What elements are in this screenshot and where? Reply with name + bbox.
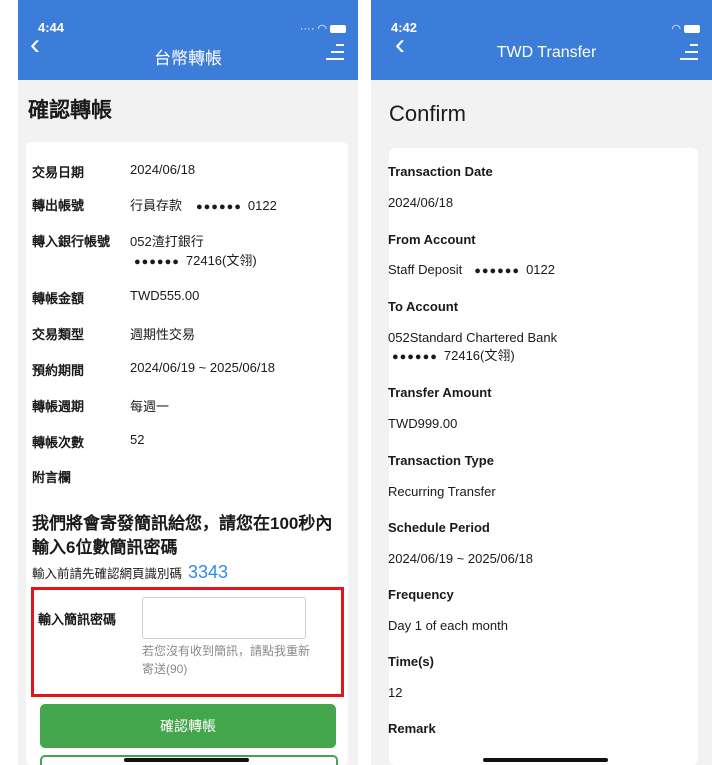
row-value: 052渣打銀行 ●●●●●● 72416(文翎) <box>130 231 257 269</box>
row-value: 行員存款 ●●●●●● 0122 <box>130 195 277 214</box>
bank-name: 052渣打銀行 <box>130 234 204 249</box>
row-label: 轉帳金額 <box>32 291 85 306</box>
row-label: 轉帳次數 <box>32 435 85 450</box>
menu-icon[interactable] <box>680 42 698 62</box>
menu-icon[interactable] <box>326 42 344 62</box>
row-label: 轉出帳號 <box>32 198 85 213</box>
row-label: 轉入銀行帳號 <box>32 234 111 249</box>
status-icons: ···· ◠ <box>300 22 346 35</box>
bank-name: 052Standard Chartered Bank <box>388 330 558 345</box>
row-label: 轉帳週期 <box>32 399 85 414</box>
sms-code-label: 輸入簡訊密碼 <box>38 612 117 627</box>
row-value: Recurring Transfer <box>388 484 496 499</box>
row-label: Transaction Date <box>388 164 493 179</box>
row-value: 2024/06/18 <box>130 162 196 177</box>
row-label: 預約期間 <box>32 363 85 378</box>
account-tail: 0122 <box>526 262 555 277</box>
masked-digits: ●●●●●● <box>474 265 521 277</box>
row-label: To Account <box>388 299 459 314</box>
account-tail: 0122 <box>247 198 277 213</box>
verify-code: 3343 <box>188 562 229 582</box>
row-value: TWD999.00 <box>388 416 458 431</box>
page-title: Confirm <box>389 101 467 126</box>
wifi-icon: ◠ <box>317 23 327 35</box>
masked-digits: ●●●●●● <box>392 351 438 363</box>
sms-notice: 我們將會寄發簡訊給您，請您在100秒內輸入6位數簡訊密碼 <box>32 514 333 557</box>
row-label: Remark <box>388 721 436 736</box>
row-value: 52 <box>130 432 145 447</box>
row-value: 2024/06/19 ~ 2025/06/18 <box>388 551 533 566</box>
masked-digits: ●●●●●● <box>134 256 180 268</box>
status-time: 4:44 <box>38 20 65 35</box>
page-title: 確認轉帳 <box>28 99 112 122</box>
row-value: 2024/06/18 <box>388 195 454 210</box>
phone-screen-english: 4:42 ◠ ‹ TWD Transfer Confirm Transactio… <box>371 0 712 765</box>
row-value: 2024/06/19 ~ 2025/06/18 <box>130 360 275 375</box>
row-label: 交易類型 <box>32 327 85 342</box>
row-label: Transaction Type <box>388 453 494 468</box>
home-indicator <box>124 758 249 762</box>
row-label: From Account <box>388 232 476 247</box>
row-label: Frequency <box>388 587 454 602</box>
sms-code-input[interactable] <box>142 597 306 639</box>
status-icons: ◠ <box>671 22 700 35</box>
phone-screen-chinese: 4:44 ···· ◠ ‹ 台幣轉帳 確認轉帳 交易日期 2024/06/18 轉… <box>18 0 358 765</box>
resend-sms-link[interactable]: 若您沒有收到簡訊，請點我重新寄送(90) <box>142 642 318 678</box>
row-label: 附言欄 <box>32 470 72 485</box>
row-label: Transfer Amount <box>388 385 492 400</box>
row-label: 交易日期 <box>32 165 85 180</box>
battery-icon <box>330 24 346 33</box>
signal-icon: ···· <box>299 22 315 35</box>
app-bar: 4:44 ···· ◠ ‹ 台幣轉帳 <box>18 0 358 80</box>
row-value: 052Standard Chartered Bank ●●●●●● 72416(文翎… <box>388 329 557 366</box>
masked-digits: ●●●●●● <box>196 201 242 213</box>
confirm-transfer-button[interactable]: 確認轉帳 <box>40 704 336 748</box>
verify-label: 輸入前請先確認網頁識別碼 <box>32 567 183 581</box>
account-name: 行員存款 <box>130 198 183 213</box>
app-bar: 4:42 ◠ ‹ TWD Transfer <box>371 0 712 80</box>
row-value: TWD555.00 <box>130 288 200 303</box>
home-indicator <box>483 758 608 762</box>
account-tail: 72416(文翎) <box>443 348 515 363</box>
row-label: Time(s) <box>388 654 434 669</box>
row-label: Schedule Period <box>388 520 490 535</box>
battery-icon <box>684 24 700 33</box>
verify-line: 輸入前請先確認網頁識別碼 3343 <box>32 562 228 583</box>
row-value: Day 1 of each month <box>388 618 508 633</box>
nav-title: TWD Transfer <box>496 44 597 61</box>
account-name: Staff Deposit <box>388 262 463 277</box>
wifi-icon: ◠ <box>671 23 681 35</box>
account-tail: 72416(文翎) <box>185 253 257 268</box>
row-value: 12 <box>388 685 403 700</box>
row-value: 每週一 <box>130 399 170 414</box>
detail-row: 轉入銀行帳號 052渣打銀行 ●●●●●● 72416(文翎) <box>32 231 352 271</box>
row-value: Staff Deposit ●●●●●● 0122 <box>388 262 555 277</box>
row-value: 週期性交易 <box>130 327 196 342</box>
nav-title: 台幣轉帳 <box>154 49 222 68</box>
